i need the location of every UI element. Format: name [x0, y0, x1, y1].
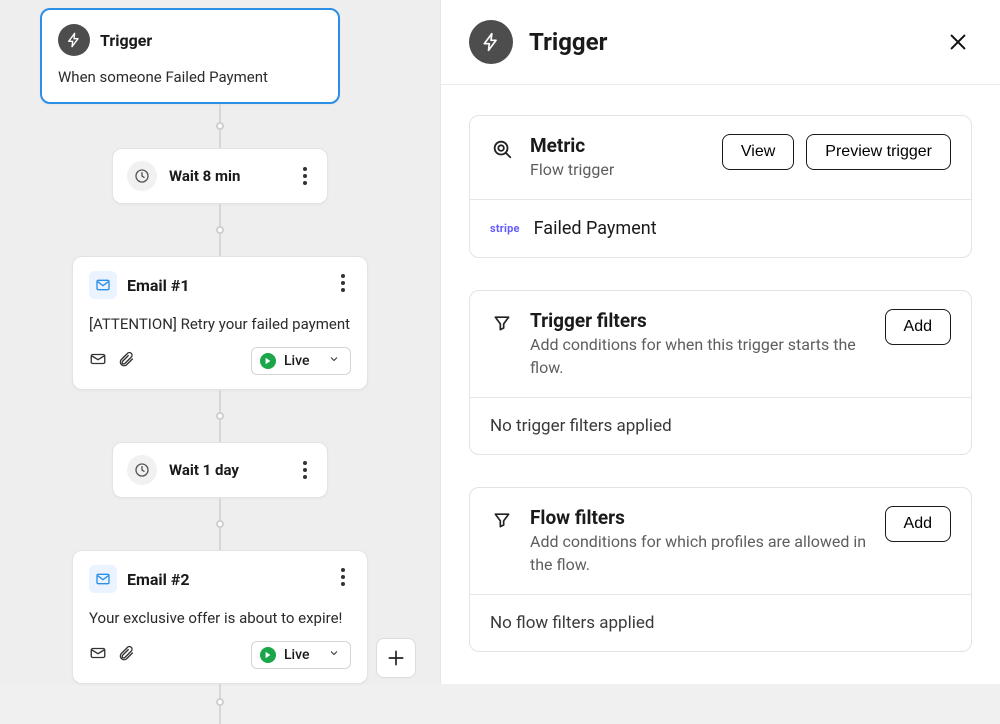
more-menu-button[interactable] — [293, 164, 317, 188]
status-dropdown[interactable]: Live — [251, 641, 351, 669]
preview-trigger-button[interactable]: Preview trigger — [806, 134, 951, 170]
flow-filters-empty: No flow filters applied — [470, 594, 971, 651]
email-subject: [ATTENTION] Retry your failed payment — [89, 315, 351, 333]
flow-canvas[interactable]: Trigger When someone Failed Payment Wait… — [0, 0, 440, 684]
trigger-node[interactable]: Trigger When someone Failed Payment — [40, 8, 340, 104]
trigger-filters-section: Trigger filters Add conditions for when … — [469, 290, 972, 455]
envelope-icon — [89, 644, 107, 666]
attachment-icon — [117, 350, 135, 372]
trigger-filters-heading: Trigger filters — [530, 309, 869, 332]
metric-sub: Flow trigger — [530, 159, 706, 181]
metric-event-row: stripe Failed Payment — [470, 199, 971, 257]
add-trigger-filter-button[interactable]: Add — [885, 309, 951, 345]
add-step-button[interactable] — [376, 638, 416, 678]
flow-filters-heading: Flow filters — [530, 506, 869, 529]
envelope-icon — [89, 350, 107, 372]
clock-icon — [127, 161, 157, 191]
wait-node[interactable]: Wait 8 min — [112, 148, 328, 204]
add-flow-filter-button[interactable]: Add — [885, 506, 951, 542]
chevron-down-icon — [328, 353, 340, 369]
attachment-icon — [117, 644, 135, 666]
email-icon — [89, 271, 117, 299]
trigger-node-title: Trigger — [100, 31, 152, 50]
chevron-down-icon — [328, 647, 340, 663]
close-button[interactable] — [944, 28, 972, 56]
trigger-filters-empty: No trigger filters applied — [470, 397, 971, 454]
wait-node[interactable]: Wait 1 day — [112, 442, 328, 498]
target-icon — [490, 134, 514, 160]
more-menu-button[interactable] — [331, 565, 355, 589]
more-menu-button[interactable] — [331, 271, 355, 295]
email-icon — [89, 565, 117, 593]
status-label: Live — [284, 647, 309, 663]
lightning-icon — [469, 20, 513, 64]
panel-header: Trigger — [441, 0, 1000, 85]
trigger-node-description: When someone Failed Payment — [58, 68, 322, 86]
filter-icon — [490, 506, 514, 530]
trigger-filters-sub: Add conditions for when this trigger sta… — [530, 334, 869, 379]
wait-label: Wait 8 min — [169, 167, 240, 185]
email-node-title: Email #2 — [127, 570, 190, 589]
panel-title: Trigger — [529, 28, 607, 56]
email-node[interactable]: Email #1 [ATTENTION] Retry your failed p… — [72, 256, 368, 390]
email-node-title: Email #1 — [127, 276, 190, 295]
status-label: Live — [284, 353, 309, 369]
stripe-badge: stripe — [490, 222, 520, 235]
clock-icon — [127, 455, 157, 485]
more-menu-button[interactable] — [293, 458, 317, 482]
flow-filters-section: Flow filters Add conditions for which pr… — [469, 487, 972, 652]
wait-label: Wait 1 day — [169, 461, 239, 479]
status-dropdown[interactable]: Live — [251, 347, 351, 375]
lightning-icon — [58, 24, 90, 56]
play-icon — [260, 353, 276, 369]
flow-filters-sub: Add conditions for which profiles are al… — [530, 531, 869, 576]
play-icon — [260, 647, 276, 663]
inspector-panel: Trigger Metric Flow trigger View Preview… — [440, 0, 1000, 684]
email-subject: Your exclusive offer is about to expire! — [89, 609, 351, 627]
metric-event-name: Failed Payment — [534, 218, 657, 239]
email-node[interactable]: Email #2 Your exclusive offer is about t… — [72, 550, 368, 684]
filter-icon — [490, 309, 514, 333]
view-button[interactable]: View — [722, 134, 794, 170]
metric-heading: Metric — [530, 134, 706, 157]
metric-section: Metric Flow trigger View Preview trigger… — [469, 115, 972, 258]
